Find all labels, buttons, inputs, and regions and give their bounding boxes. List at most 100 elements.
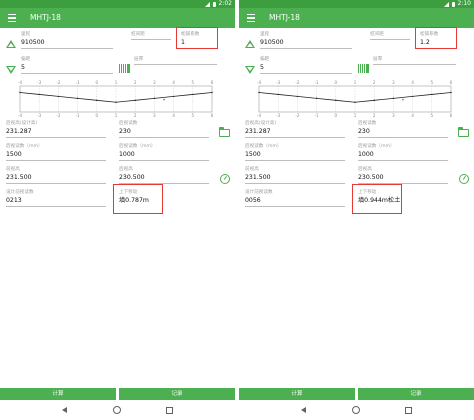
chart-tick-top: -1 [75,80,80,85]
mileage-field[interactable]: 里程 910500 [21,31,113,49]
foresight-elev-label: 前视高 [245,167,259,172]
design-foresight-value[interactable]: 0213 [6,196,34,205]
backsight-mm-field[interactable]: 后视读数（mm） 1500 [245,143,345,161]
backsight-height-field[interactable]: 后视高 230.500 [119,166,209,184]
chart-point [76,97,79,100]
recent-apps-icon[interactable] [166,406,173,414]
chart-tick-bottom: -2 [295,113,300,118]
backsight-elev-value[interactable]: 231.287 [245,127,276,136]
chart-tick-bottom: -3 [37,113,42,118]
backsight-read-value[interactable]: 230 [358,127,376,136]
chart-point [153,97,156,100]
battery-icon [212,1,216,7]
chart-point [96,99,98,101]
home-icon[interactable] [113,406,121,414]
backsight-mm-2-field[interactable]: 后视读数（mm） 1000 [358,143,448,161]
backsight-read-value[interactable]: 230 [119,127,137,136]
foresight-elev-field[interactable]: 前视高 231.500 [6,166,106,184]
backsight-height-field[interactable]: 后视高 230.500 [358,166,448,184]
recent-apps-icon[interactable] [405,406,412,414]
chart-point [373,99,375,101]
barcode-icon[interactable] [119,64,131,73]
backsight-elev-value[interactable]: 231.287 [6,127,37,136]
pile-spacing-field[interactable]: 桩间距 [131,31,171,40]
chart-tick-top: 4 [411,80,414,85]
chart-tick-top: -3 [37,80,42,85]
record-button[interactable]: 记录 [119,388,235,400]
chart-point [115,101,117,103]
offset-value[interactable]: 5 [260,63,269,72]
chart-point [315,97,318,100]
backsight-read-field[interactable]: 后视读数 230 [358,120,448,138]
design-foresight-value[interactable]: 0056 [245,196,273,205]
chart-point [450,91,452,94]
app-bar: MHTJ-18 [239,8,474,28]
layer-thickness-field[interactable]: 层厚 [373,56,456,65]
triangle-down-icon[interactable] [6,66,16,74]
timer-icon[interactable] [459,174,469,184]
backsight-height-value[interactable]: 230.500 [119,173,145,182]
chart-tick-bottom: -3 [276,113,281,118]
calculate-button[interactable]: 计算 [0,388,116,400]
backsight-mm-2-value[interactable]: 1000 [358,150,395,159]
bottom-actions: 计算 记录 [239,388,474,400]
chart-tick-top: 6 [210,80,214,85]
pile-spacing-field[interactable]: 桩间距 [370,31,410,40]
folder-icon[interactable] [457,127,469,137]
chart-tick-bottom: -1 [314,113,319,118]
chart-tick-bottom: -1 [75,113,80,118]
chart-tick-top: 2 [372,80,376,85]
screens: 2:02 MHTJ-18 里程 910500 桩间距 松铺系数 1 偏距 5 层… [0,0,474,420]
backsight-read-field[interactable]: 后视读数 230 [119,120,209,138]
foresight-elev-value[interactable]: 231.500 [245,173,271,182]
chart-tick-bottom: 5 [191,113,195,118]
triangle-up-icon[interactable] [245,40,255,48]
barcode-icon[interactable] [358,64,370,73]
backsight-mm-2-value[interactable]: 1000 [119,150,156,159]
pile-spacing-label: 桩间距 [131,32,145,37]
offset-field[interactable]: 偏距 5 [260,56,352,74]
folder-icon[interactable] [218,127,230,137]
design-foresight-field[interactable]: 设计前视读数 0213 [6,189,106,207]
backsight-mm-field[interactable]: 后视读数（mm） 1500 [6,143,106,161]
mileage-field[interactable]: 里程 910500 [260,31,352,49]
offset-field[interactable]: 偏距 5 [21,56,113,74]
timer-icon[interactable] [220,174,230,184]
calculate-button[interactable]: 计算 [239,388,355,400]
mileage-value[interactable]: 910500 [21,38,45,47]
bottom-actions: 计算 记录 [0,388,235,400]
layer-thickness-label: 层厚 [373,57,383,62]
backsight-elev-field[interactable]: 后视高(设计高) 231.287 [245,120,345,138]
menu-icon[interactable] [247,14,255,22]
backsight-height-value[interactable]: 230.500 [358,173,384,182]
backsight-mm-value[interactable]: 1500 [6,150,43,159]
phone-screen: 2:02 MHTJ-18 里程 910500 桩间距 松铺系数 1 偏距 5 层… [0,0,235,420]
backsight-height-label: 后视高 [358,167,372,172]
chart-point [392,97,395,100]
backsight-mm-value[interactable]: 1500 [245,150,282,159]
phone-screen: 2:10 MHTJ-18 里程 910500 桩间距 松铺系数 1.2 偏距 5… [239,0,474,420]
back-icon[interactable] [301,407,306,413]
triangle-up-icon[interactable] [6,40,16,48]
record-button[interactable]: 记录 [358,388,474,400]
mileage-value[interactable]: 910500 [260,38,284,47]
foresight-elev-field[interactable]: 前视高 231.500 [245,166,345,184]
cross-section-chart: -4 -4 -3 -3 -2 -2 -1 -1 0 0 1 1 2 2 3 3 4 4 5 5 6 6 [255,80,455,118]
chart-point [211,91,213,94]
triangle-down-icon[interactable] [245,66,255,74]
chart-tick-bottom: 0 [95,113,99,118]
foresight-elev-value[interactable]: 231.500 [6,173,32,182]
back-icon[interactable] [62,407,67,413]
chart-tick-top: 4 [172,80,175,85]
home-icon[interactable] [352,406,360,414]
offset-value[interactable]: 5 [21,63,30,72]
chart-point [277,93,279,96]
design-foresight-field[interactable]: 设计前视读数 0056 [245,189,345,207]
backsight-elev-field[interactable]: 后视高(设计高) 231.287 [6,120,106,138]
backsight-mm-2-field[interactable]: 后视读数（mm） 1000 [119,143,209,161]
chart-tick-bottom: 5 [430,113,434,118]
layer-thickness-field[interactable]: 层厚 [134,56,217,65]
cross-section-chart: -4 -4 -3 -3 -2 -2 -1 -1 0 0 1 1 2 2 3 3 4 4 5 5 6 6 [16,80,216,118]
menu-icon[interactable] [8,14,16,22]
status-bar: 2:10 [239,0,474,8]
